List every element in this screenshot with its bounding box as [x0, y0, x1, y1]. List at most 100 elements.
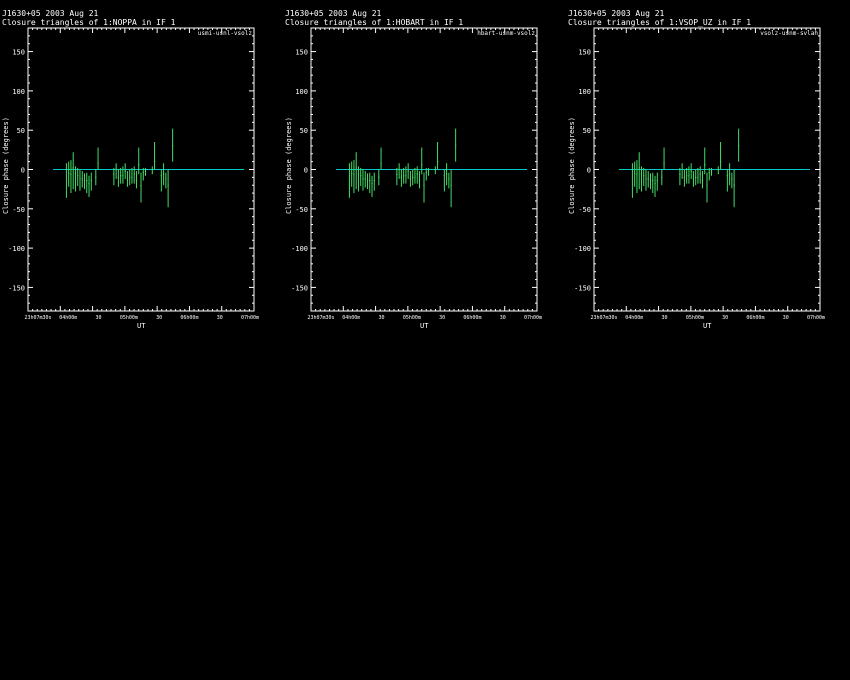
closure-phase-point: [364, 178, 366, 180]
triangle-key-label: usmi-usnl-vsolz: [197, 30, 252, 37]
x-tick-label: 04h00m: [625, 315, 643, 321]
closure-phase-point: [645, 178, 647, 180]
closure-phase-point: [654, 182, 656, 185]
x-tick-label: 30: [96, 315, 102, 321]
closure-phase-point: [450, 184, 452, 186]
closure-phase-point: [117, 176, 120, 179]
y-tick-label: -50: [12, 206, 25, 214]
x-tick-label: 06h00m: [463, 315, 481, 321]
closure-phase-point: [74, 172, 77, 175]
closure-phase-point: [362, 178, 364, 180]
closure-phase-point: [454, 145, 457, 147]
closure-phase-point: [409, 178, 412, 180]
closure-phase-point: [115, 168, 117, 171]
closure-phase-point: [72, 167, 74, 169]
closure-phase-point: [412, 176, 414, 179]
closure-phase-point: [638, 167, 640, 169]
x-tick-label: 05h00m: [686, 315, 704, 321]
y-tick-label: -150: [8, 284, 25, 292]
y-axis-label: Closure phase (degrees): [285, 117, 293, 214]
closure-phase-point: [692, 178, 695, 180]
closure-phase-point: [631, 168, 634, 171]
closure-phase-point: [679, 173, 681, 175]
closure-phase-point: [421, 164, 423, 166]
closure-phase-point: [704, 164, 706, 166]
closure-phase-point: [144, 170, 147, 172]
closure-phase-point: [371, 182, 373, 185]
y-tick-label: -100: [8, 245, 25, 253]
closure-phase-point: [443, 175, 446, 177]
closure-phase-point: [726, 175, 729, 177]
closure-phase-point: [701, 179, 704, 182]
y-tick-label: -100: [574, 245, 591, 253]
y-tick-label: -50: [295, 206, 308, 214]
x-axis-label: UT: [420, 322, 429, 330]
y-tick-label: 0: [587, 167, 591, 175]
x-tick-label: 30: [156, 315, 162, 321]
closure-phase-point: [731, 178, 733, 180]
closure-phase-point: [400, 176, 403, 179]
closure-phase-point: [79, 178, 81, 180]
closure-phase-point: [643, 175, 645, 177]
x-tick-label: 23h07m30s: [24, 315, 51, 321]
closure-phase-point: [407, 170, 409, 172]
closure-phase-point: [710, 170, 713, 172]
closure-phase-point: [165, 178, 167, 180]
closure-phase-point: [380, 162, 382, 164]
closure-phase-point: [353, 173, 355, 175]
x-tick-label: 30: [217, 315, 223, 321]
closure-phase-panel-3: J1630+05 2003 Aug 21 Closure triangles of…: [566, 0, 849, 340]
closure-phase-point: [171, 145, 174, 147]
closure-phase-point: [122, 175, 124, 177]
closure-phase-point: [719, 160, 722, 163]
closure-phase-point: [133, 173, 135, 175]
closure-phase-point: [124, 170, 126, 172]
closure-phase-point: [167, 184, 169, 186]
closure-phase-point: [77, 175, 79, 177]
closure-phase-point: [423, 184, 425, 186]
closure-phase-point: [378, 176, 380, 179]
closure-phase-point: [142, 171, 144, 174]
closure-phase-point: [129, 176, 131, 179]
closure-phase-point: [706, 184, 708, 186]
closure-phase-point: [733, 184, 735, 186]
closure-phase-point: [83, 179, 86, 182]
closure-phase-point: [95, 176, 97, 179]
triangle-key-label: vsolz-usnm-svlah: [760, 30, 818, 37]
closure-phase-point: [427, 170, 430, 172]
y-axis-label: Closure phase (degrees): [2, 117, 10, 214]
x-axis-label: UT: [703, 322, 712, 330]
closure-phase-point: [350, 172, 353, 175]
closure-phase-point: [160, 175, 163, 177]
closure-phase-point: [737, 145, 740, 147]
y-tick-label: 50: [300, 127, 308, 135]
closure-phase-point: [685, 175, 688, 177]
x-tick-label: 05h00m: [120, 315, 138, 321]
closure-phase-point: [97, 162, 99, 164]
closure-phase-point: [728, 173, 731, 175]
closure-phase-point: [633, 172, 636, 175]
closure-phase-plot: 150 100 50 0 -50 -100 -150 23h07m30s 04h00m 30 05h…: [574, 27, 825, 321]
closure-phase-point: [373, 179, 375, 182]
y-tick-label: -150: [574, 284, 591, 292]
x-tick-label: 04h00m: [342, 315, 360, 321]
closure-phase-point: [88, 182, 90, 185]
y-axis-label: Closure phase (degrees): [568, 117, 576, 214]
closure-phase-point: [434, 168, 436, 171]
closure-phase-point: [67, 172, 70, 175]
x-tick-label: 23h07m30s: [307, 315, 334, 321]
closure-phase-point: [425, 171, 427, 174]
closure-phase-plot: 150 100 50 0 -50 -100 -150 23h07m30s 04h00m 30 05h…: [291, 27, 542, 321]
closure-phase-point: [90, 179, 92, 182]
closure-phase-point: [663, 162, 665, 164]
y-tick-label: 0: [21, 167, 25, 175]
closure-phase-point: [445, 173, 448, 175]
x-tick-label: 23h07m30s: [590, 315, 617, 321]
closure-phase-point: [708, 171, 710, 174]
closure-phase-point: [131, 176, 133, 179]
y-tick-label: 100: [295, 88, 308, 96]
x-axis-label: UT: [137, 322, 146, 330]
y-tick-label: 150: [578, 49, 591, 57]
closure-phase-point: [369, 179, 371, 182]
closure-phase-point: [717, 168, 719, 171]
